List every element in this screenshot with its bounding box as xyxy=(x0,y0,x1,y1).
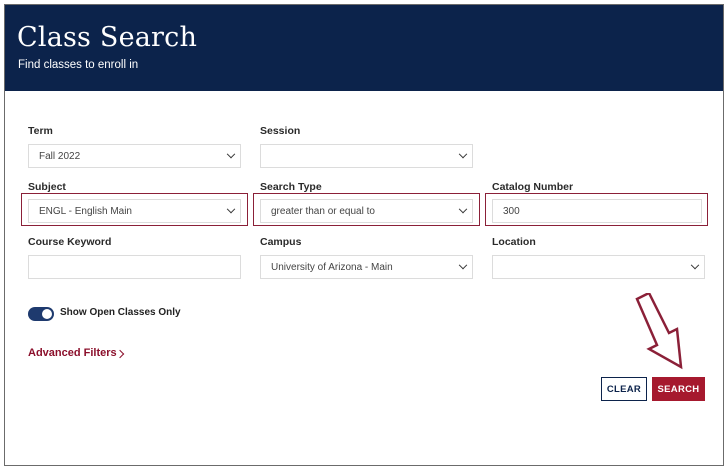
chevron-down-icon xyxy=(458,204,468,214)
catalog-number-input[interactable]: 300 xyxy=(492,199,702,223)
arrow-down-outline-icon xyxy=(635,293,683,370)
page-frame: Class Search Find classes to enroll in T… xyxy=(4,4,724,466)
term-select[interactable]: Fall 2022 xyxy=(28,144,241,168)
term-label: Term xyxy=(28,125,53,137)
page-subtitle: Find classes to enroll in xyxy=(18,59,139,71)
advanced-filters-link[interactable]: Advanced Filters xyxy=(28,347,117,359)
open-classes-toggle[interactable] xyxy=(28,307,54,321)
campus-label: Campus xyxy=(260,236,302,248)
subject-label: Subject xyxy=(28,181,66,193)
chevron-right-icon[interactable] xyxy=(115,349,125,359)
page-title: Class Search xyxy=(17,22,198,53)
catalog-number-value: 300 xyxy=(503,206,520,217)
chevron-down-icon xyxy=(458,149,468,159)
subject-value: ENGL - English Main xyxy=(39,206,132,217)
chevron-down-icon xyxy=(226,149,236,159)
term-value: Fall 2022 xyxy=(39,151,81,162)
location-label: Location xyxy=(492,236,536,248)
campus-select[interactable]: University of Arizona - Main xyxy=(260,255,473,279)
clear-button[interactable]: CLEAR xyxy=(601,377,647,401)
page-header: Class Search Find classes to enroll in xyxy=(5,5,723,91)
search-button[interactable]: SEARCH xyxy=(652,377,705,401)
search-type-value: greater than or equal to xyxy=(271,206,375,217)
course-keyword-input[interactable] xyxy=(28,255,241,279)
chevron-down-icon xyxy=(690,260,700,270)
chevron-down-icon xyxy=(458,260,468,270)
subject-select[interactable]: ENGL - English Main xyxy=(28,199,241,223)
session-select[interactable] xyxy=(260,144,473,168)
search-type-label: Search Type xyxy=(260,181,322,193)
course-keyword-label: Course Keyword xyxy=(28,236,112,248)
campus-value: University of Arizona - Main xyxy=(271,262,393,273)
open-classes-label: Show Open Classes Only xyxy=(60,307,181,318)
location-select[interactable] xyxy=(492,255,705,279)
toggle-knob xyxy=(42,309,52,319)
search-type-select[interactable]: greater than or equal to xyxy=(260,199,473,223)
chevron-down-icon xyxy=(226,204,236,214)
catalog-number-label: Catalog Number xyxy=(492,181,574,193)
session-label: Session xyxy=(260,125,301,137)
